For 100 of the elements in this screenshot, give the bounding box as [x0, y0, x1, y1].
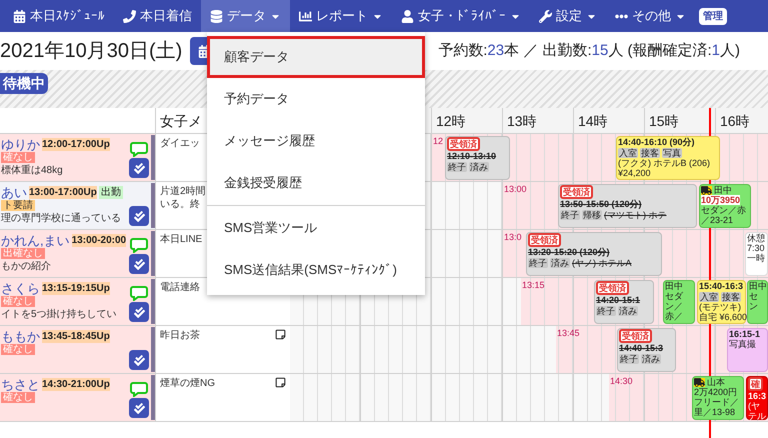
shift-start-label: 13:45: [557, 328, 580, 338]
memo-text: ダイエッ: [160, 138, 200, 149]
booking-detail: 休憩: [747, 233, 765, 243]
memo-text: 本日LINE: [160, 234, 202, 245]
user-badge[interactable]: 管理: [699, 8, 727, 24]
staff-name[interactable]: ももか: [1, 330, 40, 343]
status-tag: 確なし: [1, 152, 35, 163]
booking-card[interactable]: 山本 2万4200円 フリード／ 里／13-98: [692, 376, 744, 420]
shift-time: 13:00-17:00Up: [29, 186, 97, 199]
memo-text: いる。終: [160, 199, 200, 210]
booking-card[interactable]: 受領済 14:20-15:1 終子 済み: [594, 280, 654, 324]
staff-name[interactable]: ちさと: [1, 378, 40, 391]
booking-card[interactable]: 受領済 13:20-15:20 (120分) 終子 済み (ヤノ) ホテルA: [526, 232, 662, 276]
booking-time: 13:20-15:20 (120分): [528, 247, 610, 257]
hour-header: 12時: [432, 108, 503, 133]
booking-card[interactable]: 受領済 12:10-13:10 終子 済み: [445, 136, 510, 180]
row-bar: [151, 135, 155, 180]
nav-item[interactable]: 女子・ﾄﾞﾗｲﾊﾞｰ: [392, 0, 530, 32]
status-badge: 受領済: [528, 233, 561, 247]
menu-item[interactable]: 金銭授受履歴: [207, 162, 425, 204]
check-icon[interactable]: [129, 254, 149, 274]
booking-card[interactable]: 14:40-16:10 (90分) 入室 接客 写真 (フクタ) ホテルB (206) ¥24,200: [616, 136, 720, 180]
nav-item[interactable]: データ: [201, 0, 290, 32]
booking-time: 13:50-15:50 (120分): [560, 199, 642, 209]
booking-time: 14:40-16:10 (90分): [618, 137, 695, 147]
driver-name: 田中: [665, 281, 683, 291]
nav-item[interactable]: 本日ｽｹｼﾞｭｰﾙ: [4, 0, 114, 32]
booking-card[interactable]: 田中 10万3950 セダン／赤 ／23-21: [699, 184, 751, 228]
date-heading: 2021年10月30日(土): [0, 39, 182, 64]
note-icon[interactable]: [275, 329, 286, 340]
booking-detail: 写真撮: [729, 339, 756, 349]
booking-card[interactable]: 16:15-1 写真撮: [727, 328, 768, 372]
booking-detail: ／23-21: [701, 215, 734, 225]
menu-item[interactable]: 顧客データ: [207, 36, 425, 78]
booking-detail: ン: [749, 301, 758, 311]
hotel-text: (マツモト) ホテ: [604, 210, 666, 220]
booking-card[interactable]: 田中 セダ ン／ 赤／: [663, 280, 695, 324]
waiting-badge[interactable]: 待機中: [0, 73, 48, 94]
status-tag: 確なし: [1, 296, 35, 307]
booking-detail: (フクタ) ホテルB (206): [618, 158, 710, 168]
nav-item[interactable]: 本日着信: [114, 0, 201, 32]
shift-start-label: 13:00: [504, 184, 527, 194]
check-icon[interactable]: [129, 206, 149, 226]
staff-name[interactable]: ゆりか: [1, 138, 40, 151]
booking-card[interactable]: 15:40-16:3 入室 接客 (モテツキ) 自宅 ¥6,600: [697, 280, 746, 324]
status-tag: 確なし: [1, 392, 35, 403]
shift-time: 13:45-18:45Up: [42, 330, 110, 343]
note-icon[interactable]: [275, 377, 286, 388]
booking-detail: 7:30: [747, 243, 765, 253]
booking-detail: 里／13-98: [694, 407, 736, 417]
nav-item[interactable]: レポート: [290, 0, 392, 32]
booking-detail: フリード／: [694, 397, 739, 407]
shift-time: 13:15-19:15Up: [42, 282, 110, 295]
booking-card[interactable]: 田中 セ ン: [747, 280, 768, 324]
booking-card[interactable]: 確 16:3 (ヤ テル: [746, 376, 768, 420]
hour-header: 14時: [574, 108, 645, 133]
booking-detail: (モテツキ): [699, 302, 741, 312]
nav-item[interactable]: 設定: [530, 0, 606, 32]
check-icon[interactable]: [129, 158, 149, 178]
menu-item[interactable]: SMS送信結果(SMSﾏｰｹﾃｨﾝｸﾞ): [207, 249, 425, 291]
staff-name[interactable]: さくら: [1, 282, 40, 295]
booking-time: 16:3: [748, 391, 766, 401]
hour-header: 13時: [503, 108, 574, 133]
check-icon[interactable]: [129, 350, 149, 370]
shift-start-label: 14:30: [610, 376, 633, 386]
check-icon[interactable]: [129, 302, 149, 322]
booking-detail: セダ: [665, 291, 683, 301]
summary-text: 予約数:23本 ／ 出勤数:15人 (報酬確定済:1人): [438, 40, 741, 61]
status-badge: 確: [748, 377, 763, 391]
tag-chip: 帰移: [582, 210, 602, 220]
check-icon[interactable]: [129, 398, 149, 418]
hour-header: 16時: [716, 108, 768, 133]
booking-detail: ン／: [665, 301, 683, 311]
staff-note: イトを5つ掛け持ちしてい: [1, 309, 117, 320]
truck-icon: [701, 186, 712, 194]
truck-icon: [694, 378, 705, 386]
menu-item[interactable]: SMS営業ツール: [207, 207, 425, 249]
status-badge: 受領済: [447, 137, 480, 151]
booking-card[interactable]: 受領済 14:40-15:3 終子 済み: [617, 328, 676, 372]
booking-time: 16:15-1: [729, 329, 760, 339]
row-bar: [151, 375, 155, 420]
status-badge: 受領済: [619, 329, 652, 343]
shift-time: 12:00-17:00Up: [42, 138, 110, 151]
booking-card[interactable]: 受領済 13:50-15:50 (120分) 終子 帰移 (マツモト) ホテ: [558, 184, 697, 228]
booking-detail: セ: [749, 291, 758, 301]
nav-item[interactable]: その他: [606, 0, 695, 32]
booking-detail: (ヤ: [748, 401, 760, 411]
shift-time: 13:00-20:00: [72, 234, 126, 247]
row-bar: [151, 327, 155, 372]
tag-chip: 終子: [619, 354, 639, 364]
tag-chip: 入室: [699, 292, 719, 302]
staff-name[interactable]: あい: [1, 186, 27, 199]
row-bar: [151, 231, 155, 276]
tag-chip: 終子: [596, 306, 616, 316]
staff-name[interactable]: かれん,まい: [1, 234, 70, 247]
booking-time: 14:40-15:3: [619, 343, 664, 353]
booking-card[interactable]: 休憩 7:30 一時: [745, 232, 768, 276]
staff-note: 理の専門学校に通っている: [1, 213, 121, 224]
row-bar: [151, 279, 155, 324]
tag-chip: 済み: [618, 306, 638, 316]
